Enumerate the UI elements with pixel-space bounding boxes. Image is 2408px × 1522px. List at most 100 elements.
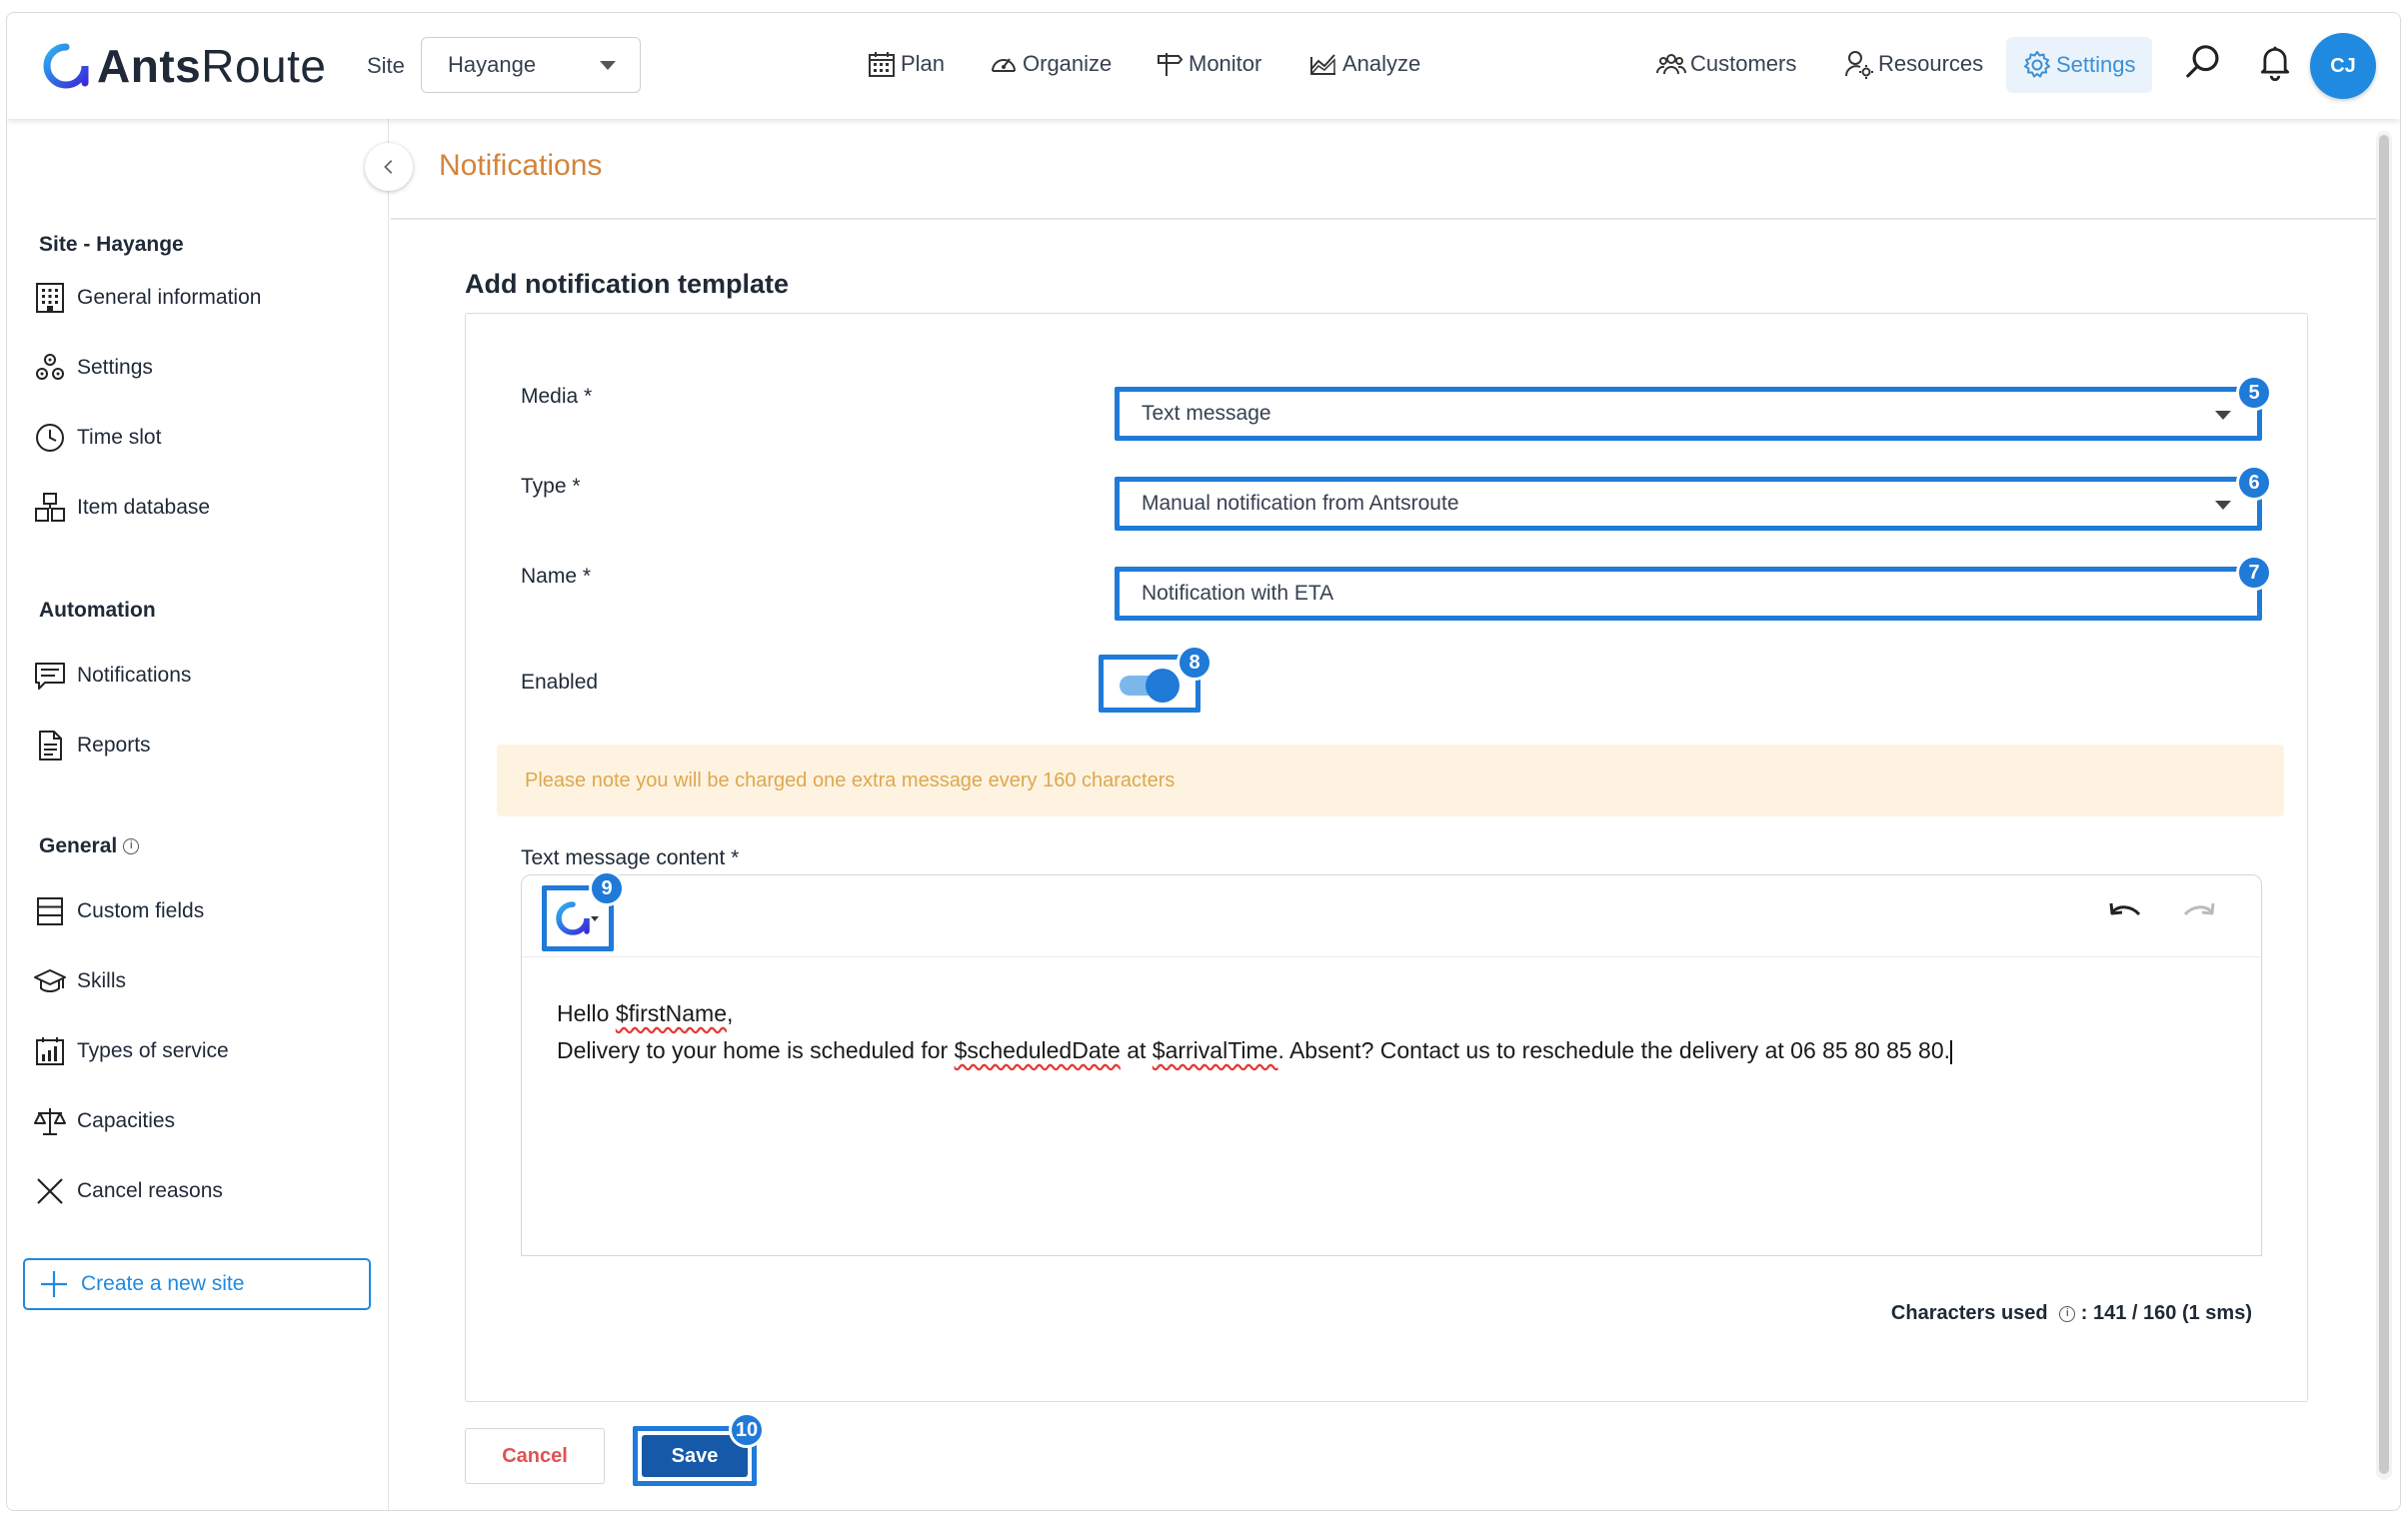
sidebar-item-label: Custom fields (77, 899, 205, 922)
name-input-value: Notification with ETA (1142, 582, 1334, 605)
nav-customers-label: Customers (1690, 51, 1797, 76)
charge-notice: Please note you will be charged one extr… (497, 745, 2284, 816)
media-select-value: Text message (1142, 402, 1271, 425)
step-badge-7: 7 (2236, 555, 2272, 591)
sidebar-item-notifications[interactable]: Notifications (33, 659, 191, 693)
sidebar-section-automation: Automation (39, 599, 156, 622)
chevron-down-icon (2215, 411, 2231, 420)
create-new-site-label: Create a new site (81, 1272, 245, 1295)
text: . Absent? Contact us to reschedule the d… (1277, 1037, 1951, 1063)
search-button[interactable] (2184, 43, 2226, 81)
nav-customers[interactable]: Customers (1656, 49, 1796, 79)
scrollbar[interactable] (2376, 131, 2392, 1480)
create-new-site-button[interactable]: Create a new site (23, 1258, 371, 1310)
sidebar-item-label: Item database (77, 496, 211, 519)
list-icon (37, 897, 63, 925)
message-line-2: Delivery to your home is scheduled for $… (557, 1032, 1952, 1069)
name-input[interactable]: Notification with ETA (1115, 567, 2262, 621)
logo-text-light: Route (201, 40, 327, 92)
x-icon (37, 1178, 63, 1204)
step-badge-5: 5 (2236, 375, 2272, 411)
variable-first-name: $firstName (615, 1000, 728, 1026)
sidebar-section-general: General i (39, 834, 140, 858)
signpost-icon (1158, 53, 1184, 76)
sidebar-item-label: Skills (77, 969, 127, 992)
site-label: Site (367, 53, 405, 78)
site-select-value: Hayange (448, 52, 537, 77)
media-label: Media * (521, 385, 593, 408)
nav-monitor[interactable]: Monitor (1155, 49, 1261, 79)
app-window: AntsRoute Site Hayange Plan Organize Mon… (6, 12, 2401, 1511)
sidebar-item-label: Notifications (77, 664, 192, 687)
variable-scheduled-date: $scheduledDate (954, 1037, 1121, 1063)
gear-icon (2024, 51, 2050, 78)
sidebar-item-label: Time slot (77, 426, 162, 449)
graduation-cap-icon (34, 969, 66, 992)
sidebar-item-label: Capacities (77, 1109, 176, 1132)
sidebar: Site - Hayange General information Setti… (7, 119, 389, 1510)
enabled-label: Enabled (521, 671, 599, 694)
clock-icon (36, 424, 64, 452)
editor-toolbar (522, 875, 2261, 957)
calendar-icon (869, 52, 895, 77)
user-avatar[interactable]: CJ (2310, 33, 2376, 99)
cancel-button[interactable]: Cancel (465, 1428, 605, 1484)
step-badge-6: 6 (2236, 465, 2272, 501)
type-select-value: Manual notification from Antsroute (1142, 492, 1459, 515)
nav-monitor-label: Monitor (1189, 51, 1262, 76)
sidebar-item-item-database[interactable]: Item database (33, 491, 210, 525)
cogs-icon (36, 354, 64, 380)
media-select[interactable]: Text message (1115, 387, 2262, 441)
sidebar-item-cancel-reasons[interactable]: Cancel reasons (33, 1174, 223, 1208)
nav-settings[interactable]: Settings (2006, 37, 2152, 93)
type-select[interactable]: Manual notification from Antsroute (1115, 477, 2262, 531)
gauge-icon (992, 58, 1016, 72)
sidebar-section-site: Site - Hayange (39, 233, 184, 256)
characters-used-value: : 141 / 160 (1 sms) (2080, 1302, 2252, 1324)
characters-used-label: Characters used (1890, 1302, 2048, 1324)
type-label: Type * (521, 475, 581, 498)
nav-organize-label: Organize (1023, 51, 1113, 76)
text: Delivery to your home is scheduled for (557, 1037, 955, 1063)
sidebar-item-reports[interactable]: Reports (33, 729, 151, 762)
message-editor[interactable]: Hello $firstName, Delivery to your home … (521, 874, 2262, 1256)
sidebar-item-types-of-service[interactable]: Types of service (33, 1034, 229, 1068)
chevron-down-icon (2215, 501, 2231, 510)
site-select[interactable]: Hayange (421, 37, 641, 93)
info-icon[interactable]: i (2059, 1305, 2076, 1322)
plus-icon (41, 1271, 67, 1297)
step-badge-10: 10 (729, 1412, 765, 1448)
document-icon (39, 731, 62, 761)
collapse-sidebar-button[interactable] (365, 143, 413, 191)
antsroute-logo[interactable]: AntsRoute (43, 39, 326, 93)
sidebar-item-time-slot[interactable]: Time slot (33, 421, 161, 455)
text: at (1120, 1037, 1153, 1063)
sidebar-item-label: Cancel reasons (77, 1179, 223, 1202)
sidebar-item-capacities[interactable]: Capacities (33, 1104, 175, 1138)
sidebar-item-custom-fields[interactable]: Custom fields (33, 894, 204, 928)
nav-organize[interactable]: Organize (989, 49, 1112, 79)
info-icon[interactable]: i (123, 838, 140, 855)
chart-line-icon (1309, 54, 1335, 75)
nav-resources[interactable]: Resources (1844, 49, 1983, 79)
characters-used: Characters used i : 141 / 160 (1 sms) (1891, 1302, 2252, 1325)
undo-button[interactable] (2109, 901, 2143, 932)
sidebar-item-skills[interactable]: Skills (33, 964, 126, 998)
sidebar-item-general-information[interactable]: General information (33, 281, 261, 315)
users-icon (1656, 54, 1686, 75)
redo-button[interactable] (2181, 901, 2215, 932)
text: Hello (557, 1000, 616, 1026)
sidebar-item-label: Reports (77, 734, 151, 757)
toggle-knob (1146, 669, 1180, 703)
text-cursor (1950, 1039, 1952, 1064)
sidebar-section-general-label: General (39, 834, 118, 857)
step-badge-8: 8 (1177, 645, 1212, 681)
nav-plan[interactable]: Plan (867, 49, 945, 79)
scrollbar-thumb[interactable] (2379, 135, 2389, 1474)
bell-icon (2260, 46, 2290, 81)
sidebar-item-label: Types of service (77, 1039, 229, 1062)
nav-analyze[interactable]: Analyze (1308, 49, 1420, 79)
sidebar-item-settings[interactable]: Settings (33, 351, 153, 385)
message-content-text[interactable]: Hello $firstName, Delivery to your home … (557, 995, 1952, 1069)
notifications-bell-button[interactable] (2256, 43, 2298, 81)
